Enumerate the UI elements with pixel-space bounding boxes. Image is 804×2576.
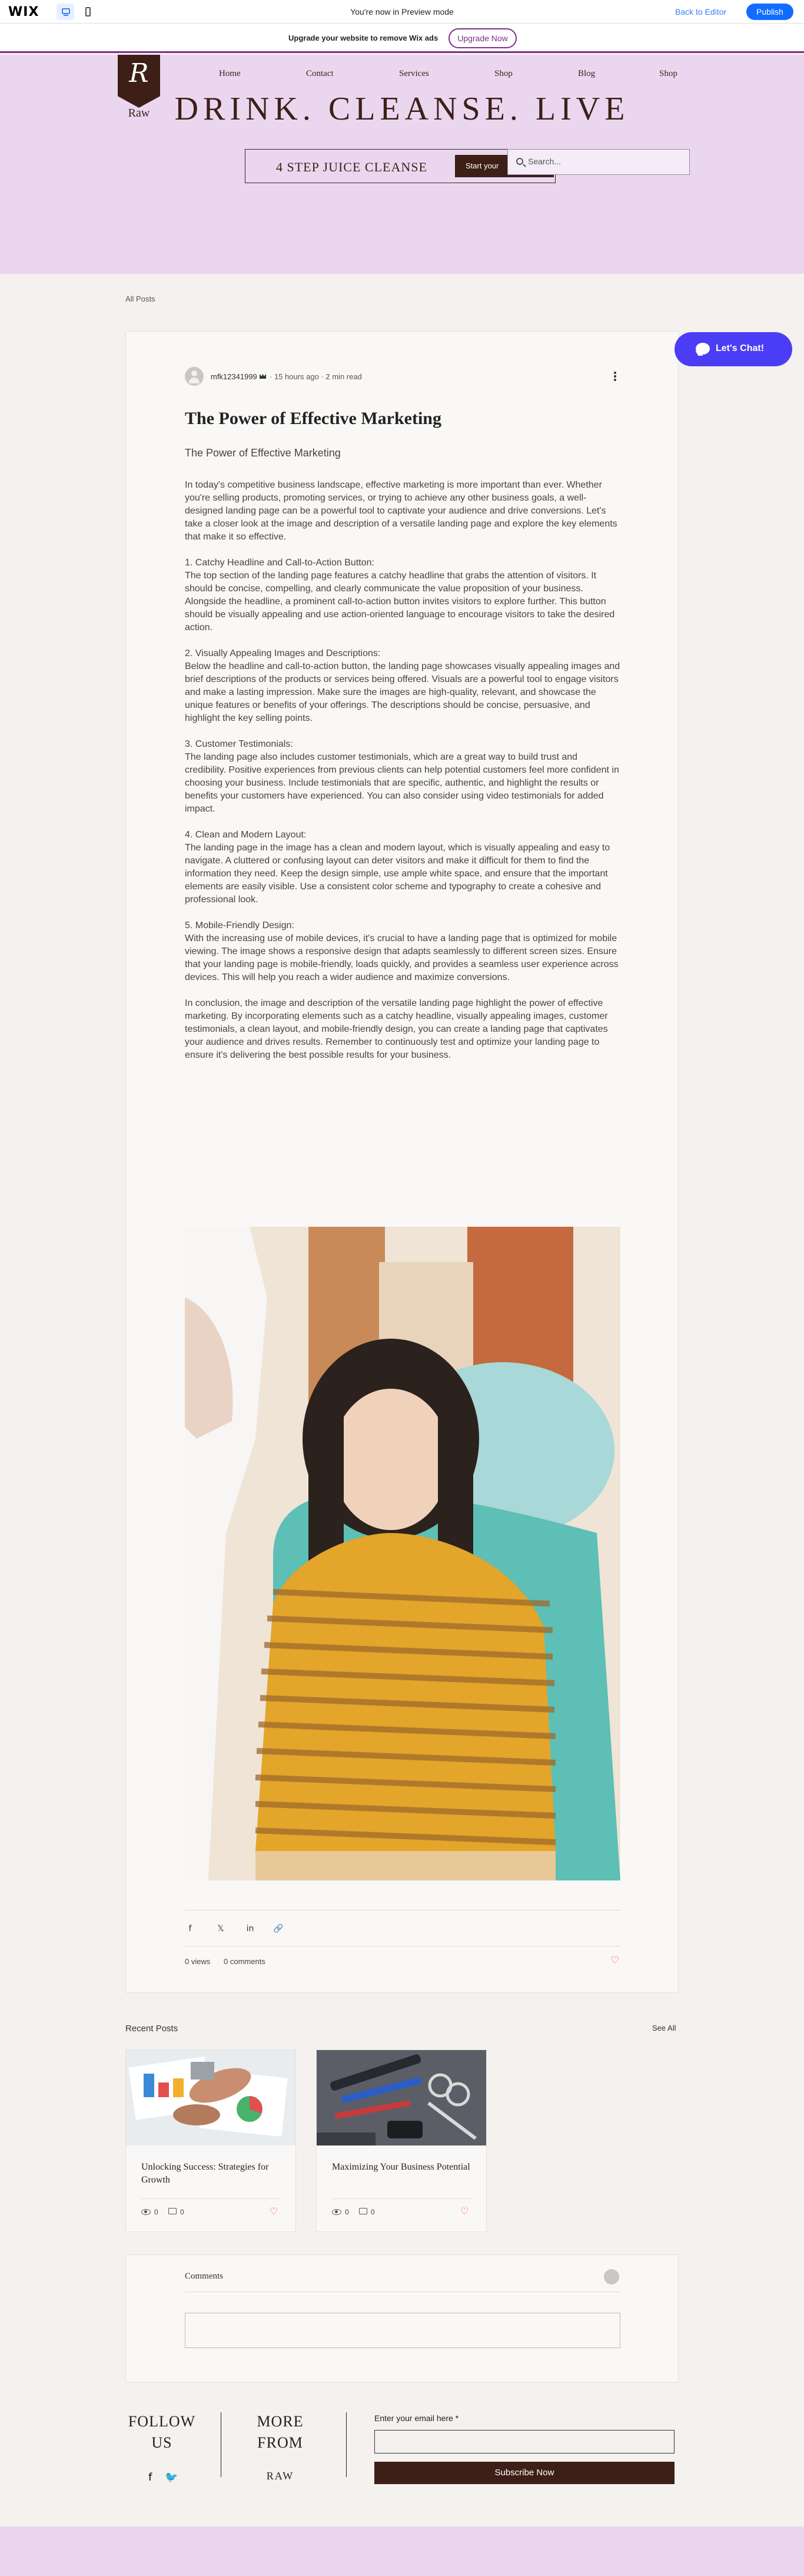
user-avatar-icon[interactable]	[604, 2269, 619, 2284]
recent-post-image	[126, 2050, 295, 2145]
link-icon[interactable]: 🔗	[273, 1923, 284, 1934]
hero-headline: DRINK. CLEANSE. LIVE	[174, 91, 630, 127]
paragraph: 5. Mobile-Friendly Design: With the incr…	[185, 921, 619, 982]
paragraph: 3. Customer Testimonials: The landing pa…	[185, 739, 619, 814]
paragraph: 1. Catchy Headline and Call-to-Action Bu…	[185, 558, 615, 633]
recent-post-views: 0	[154, 2208, 158, 2216]
nav-blog[interactable]: Blog	[578, 69, 595, 79]
like-heart-icon[interactable]: ♡	[460, 2206, 469, 2217]
paragraph: 2. Visually Appealing Images and Descrip…	[185, 648, 620, 723]
back-to-editor-link[interactable]: Back to Editor	[675, 7, 726, 16]
footer-more-heading: MORE FROM	[257, 2413, 304, 2451]
recent-post-image	[317, 2050, 486, 2145]
subscribe-button[interactable]: Subscribe Now	[374, 2462, 675, 2484]
linkedin-icon[interactable]: in	[245, 1923, 255, 1934]
post-subtitle: The Power of Effective Marketing	[185, 447, 341, 459]
nav-contact[interactable]: Contact	[306, 69, 334, 79]
post-title: The Power of Effective Marketing	[185, 409, 441, 428]
recent-post-comments: 0	[371, 2208, 375, 2216]
footer-bar	[0, 2527, 804, 2576]
recent-post-card[interactable]: Unlocking Success: Strategies for Growth…	[125, 2049, 296, 2232]
more-actions-icon[interactable]	[611, 370, 619, 382]
search-icon	[516, 158, 523, 165]
search-box	[507, 149, 690, 175]
chat-bubble-icon	[696, 343, 710, 355]
share-bar: f 𝕏 in 🔗	[185, 1910, 620, 1946]
search-input[interactable]	[528, 157, 681, 166]
footer-raw-label: RAW	[266, 2470, 294, 2482]
upgrade-now-button[interactable]: Upgrade Now	[448, 28, 517, 48]
recent-post-card[interactable]: Maximizing Your Business Potential 0 0 ♡	[316, 2049, 487, 2232]
nav-home[interactable]: Home	[219, 69, 241, 79]
nav-services[interactable]: Services	[399, 69, 429, 79]
comment-input[interactable]	[185, 2313, 620, 2348]
post-views: 0 views	[185, 1957, 211, 1966]
views-eye-icon	[141, 2209, 151, 2215]
like-heart-icon[interactable]: ♡	[610, 1955, 619, 1966]
comment-icon	[168, 2208, 177, 2214]
all-posts-link[interactable]: All Posts	[125, 294, 155, 303]
views-eye-icon	[332, 2209, 341, 2215]
recent-post-title[interactable]: Maximizing Your Business Potential	[332, 2161, 473, 2174]
blog-post-card: mfk12341999 · 15 hours ago · 2 min read …	[125, 331, 679, 1993]
comments-heading: Comments	[185, 2272, 224, 2281]
child-photo-illustration	[185, 1227, 620, 1880]
footer-divider	[346, 2412, 347, 2477]
upgrade-text: Upgrade your website to remove Wix ads	[288, 34, 438, 42]
post-image	[185, 1227, 620, 1880]
chat-label: Let's Chat!	[716, 343, 765, 353]
footer-follow-heading: FOLLOW US	[128, 2413, 196, 2451]
promo-banner-text: 4 STEP JUICE CLEANSE	[276, 160, 427, 174]
upgrade-bar: Upgrade your website to remove Wix ads U…	[0, 24, 804, 53]
facebook-icon[interactable]: f	[148, 2471, 152, 2484]
post-body: In today's competitive business landscap…	[185, 479, 620, 1075]
logo-glyph: R	[129, 58, 149, 88]
publish-button[interactable]: Publish	[746, 4, 793, 20]
author-avatar[interactable]	[185, 367, 204, 386]
email-label: Enter your email here *	[374, 2413, 459, 2423]
see-all-link[interactable]: See All	[652, 2024, 676, 2032]
post-meta: · 15 hours ago · 2 min read	[270, 372, 362, 381]
site-header: R Raw Home Contact Services Shop Blog Sh…	[0, 55, 804, 274]
x-icon[interactable]: 𝕏	[215, 1923, 226, 1934]
wix-preview-bar: WIX You're now in Preview mode Back to E…	[0, 0, 804, 24]
email-input[interactable]	[374, 2430, 675, 2454]
author-name[interactable]: mfk12341999	[211, 372, 257, 381]
paragraph: In conclusion, the image and description…	[185, 998, 608, 1060]
recent-post-comments: 0	[180, 2208, 184, 2216]
chat-button[interactable]: Let's Chat!	[675, 332, 792, 366]
paragraph: In today's competitive business landscap…	[185, 480, 617, 542]
nav-shop-2[interactable]: Shop	[659, 69, 677, 79]
recent-post-title[interactable]: Unlocking Success: Strategies for Growth	[141, 2161, 283, 2187]
twitter-icon[interactable]: 🐦	[165, 2471, 178, 2484]
post-comments-count[interactable]: 0 comments	[224, 1957, 265, 1966]
recent-post-views: 0	[345, 2208, 349, 2216]
facebook-icon[interactable]: f	[185, 1923, 195, 1934]
like-heart-icon[interactable]: ♡	[270, 2206, 278, 2217]
comment-icon	[359, 2208, 367, 2214]
nav-shop[interactable]: Shop	[494, 69, 513, 79]
recent-posts-heading: Recent Posts	[125, 2024, 178, 2034]
comments-section: Comments	[125, 2254, 679, 2383]
admin-crown-icon	[260, 374, 266, 379]
paragraph: 4. Clean and Modern Layout: The landing …	[185, 830, 610, 905]
